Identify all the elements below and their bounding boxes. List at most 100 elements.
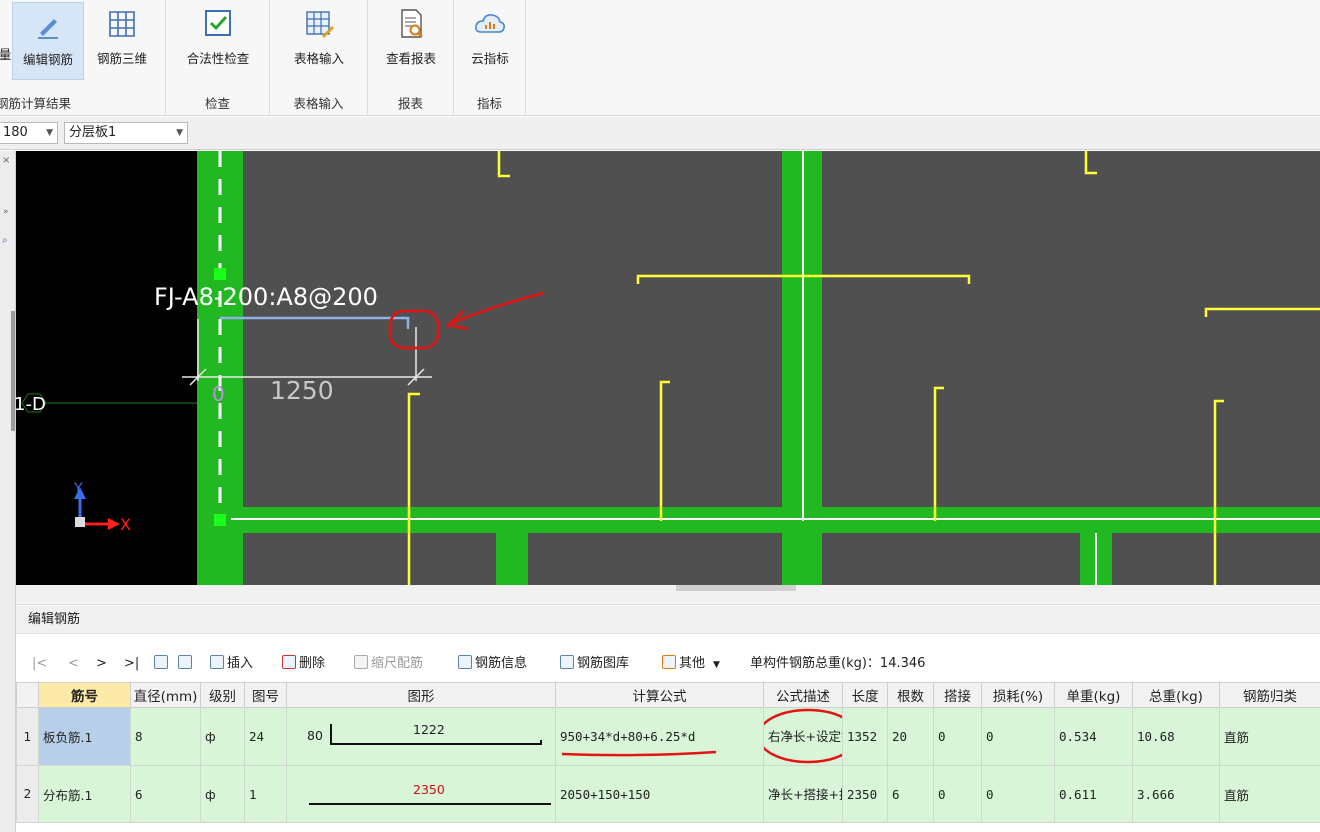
cell-diameter[interactable]: 8	[130, 707, 201, 766]
insert-button[interactable]: 插入	[210, 654, 253, 674]
col-header[interactable]: 总重(kg)	[1132, 682, 1220, 708]
annotation-underline	[561, 750, 717, 757]
ribbon-group-label: 表格输入	[293, 96, 344, 111]
splitter-handle[interactable]	[676, 585, 796, 591]
rebar-shape-icon	[330, 724, 542, 745]
splitter[interactable]	[16, 585, 1320, 605]
cell-length[interactable]: 2350	[842, 765, 888, 823]
cell-name[interactable]: 板负筋.1	[38, 707, 131, 766]
panel-title: 编辑钢筋	[16, 606, 1320, 634]
svg-text:X: X	[120, 515, 131, 534]
ribbon-group-report: 查看报表 报表	[368, 0, 454, 116]
drawing-canvas[interactable]: FJ-A8-200:A8@200 1250 0 1-D Y X	[16, 151, 1320, 585]
cell-formula[interactable]: 950+34*d+80+6.25*d	[555, 707, 764, 766]
pencil-icon	[38, 19, 58, 39]
cell-shape[interactable]: 80 1222	[286, 707, 556, 766]
cell-shape[interactable]: 2350	[286, 765, 556, 823]
cell-diameter[interactable]: 6	[130, 765, 201, 823]
rebar-library-button[interactable]: 钢筋图库	[560, 654, 629, 674]
cell-category[interactable]: 直筋	[1219, 765, 1320, 823]
cell-formula[interactable]: 2050+150+150	[555, 765, 764, 823]
expand-icon[interactable]: »	[3, 207, 9, 217]
ribbon-group-label: 检查	[204, 96, 230, 111]
cell-loss[interactable]: 0	[981, 707, 1055, 766]
col-header[interactable]: 级别	[200, 682, 245, 708]
search-icon[interactable]: ⌕	[2, 235, 8, 246]
move-up-button[interactable]	[154, 654, 171, 674]
close-icon[interactable]: ×	[2, 155, 10, 166]
row-number[interactable]: 2	[16, 765, 39, 823]
col-header[interactable]: 图形	[286, 682, 556, 708]
total-weight-label: 单构件钢筋总重(kg)：14.346	[750, 656, 926, 671]
col-header[interactable]: 长度	[842, 682, 888, 708]
scale-rebar-button[interactable]: 缩尺配筋	[354, 654, 423, 674]
rebar-shape-icon	[309, 803, 551, 805]
cell-grade[interactable]: ф	[200, 765, 245, 823]
edit-rebar-button[interactable]: 编辑钢筋	[12, 2, 84, 80]
scrollbar[interactable]	[11, 311, 15, 431]
view-report-button[interactable]: 查看报表	[374, 2, 448, 80]
cell-count[interactable]: 6	[887, 765, 934, 823]
ucs-axis-icon: Y X	[73, 481, 131, 534]
dimension-value: 1250	[270, 376, 334, 405]
cell-length[interactable]: 1352	[842, 707, 888, 766]
document-icon	[458, 655, 472, 669]
col-header[interactable]: 直径(mm)	[130, 682, 201, 708]
rebar-info-button[interactable]: 钢筋信息	[458, 654, 527, 674]
cell-category[interactable]: 直筋	[1219, 707, 1320, 766]
cell-unit-weight[interactable]: 0.611	[1054, 765, 1133, 823]
last-record-button[interactable]: >|	[124, 654, 139, 674]
other-icon	[662, 655, 676, 669]
col-header[interactable]: 公式描述	[763, 682, 843, 708]
table-row[interactable]: 2 分布筋.1 6 ф 1 2350 2050+150+150 净长+搭接+搭接…	[16, 765, 1320, 823]
move-down-button[interactable]	[178, 654, 195, 674]
ribbon-group-label: 指标	[476, 96, 502, 111]
col-header[interactable]: 损耗(%)	[981, 682, 1055, 708]
validity-check-button[interactable]: 合法性检查	[176, 2, 260, 80]
ribbon-group-table: 表格输入 表格输入	[270, 0, 368, 116]
rebar-3d-button[interactable]: 钢筋三维	[86, 2, 158, 80]
cell-grade[interactable]: ф	[200, 707, 245, 766]
beam-lower-1[interactable]	[496, 533, 528, 585]
cloud-index-button[interactable]: 云指标	[458, 2, 522, 80]
cloud-chart-icon	[475, 14, 505, 33]
cell-total-weight[interactable]: 10.68	[1132, 707, 1220, 766]
cell-total-weight[interactable]: 3.666	[1132, 765, 1220, 823]
rebar-table: 筋号 直径(mm) 级别 图号 图形 计算公式 公式描述 长度 根数 搭接 损耗…	[16, 682, 1320, 823]
grid-axis-label: 1-D	[16, 394, 46, 415]
col-header[interactable]: 单重(kg)	[1054, 682, 1133, 708]
row-number[interactable]: 1	[16, 707, 39, 766]
cell-description[interactable]: 右净长+设定锚固+弯折+弯钩	[763, 707, 843, 766]
cell-name[interactable]: 分布筋.1	[38, 765, 131, 823]
cell-figure-no[interactable]: 24	[244, 707, 287, 766]
col-header[interactable]: 筋号	[38, 682, 131, 708]
arrow-down-icon	[178, 655, 192, 669]
cell-unit-weight[interactable]: 0.534	[1054, 707, 1133, 766]
cell-loss[interactable]: 0	[981, 765, 1055, 823]
table-row[interactable]: 1 板负筋.1 8 ф 24 80 1222 950+34*d+80+6.25*…	[16, 707, 1320, 766]
insert-icon	[210, 655, 224, 669]
quantity-button[interactable]: 量	[0, 44, 12, 64]
table-header: 筋号 直径(mm) 级别 图号 图形 计算公式 公式描述 长度 根数 搭接 损耗…	[16, 682, 1320, 708]
col-header[interactable]: 搭接	[933, 682, 982, 708]
cell-description[interactable]: 净长+搭接+搭接	[763, 765, 843, 823]
next-record-button[interactable]: >	[96, 654, 107, 674]
other-button[interactable]: 其他 ▼	[662, 654, 720, 674]
svg-text:Y: Y	[73, 481, 83, 497]
component-select[interactable]: 分层板1 ▼	[64, 122, 188, 144]
col-header[interactable]: 图号	[244, 682, 287, 708]
cell-lap[interactable]: 0	[933, 765, 982, 823]
cell-figure-no[interactable]: 1	[244, 765, 287, 823]
first-record-button[interactable]: |<	[32, 654, 47, 674]
cell-count[interactable]: 20	[887, 707, 934, 766]
col-header[interactable]: 计算公式	[555, 682, 764, 708]
prev-record-button[interactable]: <	[68, 654, 79, 674]
cell-lap[interactable]: 0	[933, 707, 982, 766]
ruler-icon	[354, 655, 368, 669]
table-input-button[interactable]: 表格输入	[278, 2, 360, 80]
floor-select[interactable]: 180 ▼	[0, 122, 58, 144]
delete-button[interactable]: 删除	[282, 654, 325, 674]
col-header[interactable]: 钢筋归类	[1219, 682, 1320, 708]
col-header[interactable]: 根数	[887, 682, 934, 708]
rebar-label[interactable]: FJ-A8-200:A8@200	[154, 283, 378, 311]
